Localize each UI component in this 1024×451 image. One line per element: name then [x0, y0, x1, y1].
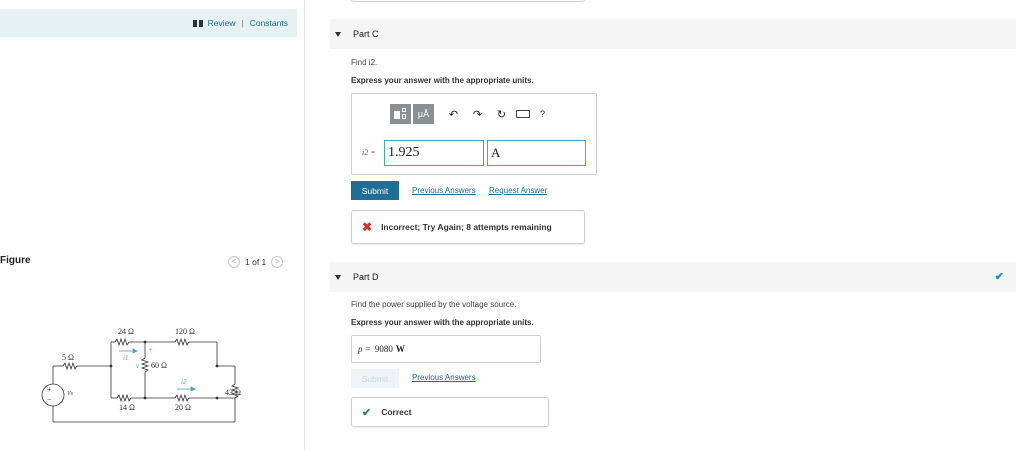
previous-answers-link[interactable]: Previous Answers: [412, 186, 476, 195]
part-d-answer-display: p = 9080 W: [351, 335, 541, 363]
units-button[interactable]: μÅ: [413, 104, 434, 124]
p-value: 9080: [374, 344, 393, 354]
template-icon: [394, 111, 400, 119]
circuit-diagram: + − Vs 5 Ω 24 Ω 120 Ω 60 Ω 14 Ω 20 Ω 43 …: [41, 327, 241, 423]
figure-panel: Review | Constants Figure < 1 of 1 > + −…: [0, 0, 305, 451]
source-minus: −: [47, 395, 52, 404]
keyboard-icon[interactable]: [516, 110, 530, 118]
part-d-previous-answers-link[interactable]: Previous Answers: [412, 373, 476, 382]
value-input[interactable]: 1.925: [384, 140, 484, 166]
templates-button[interactable]: [390, 104, 411, 124]
resistor-43-label: 43 Ω: [225, 388, 241, 397]
submit-button-disabled: Submit: [351, 369, 399, 388]
constants-link[interactable]: Constants: [250, 18, 288, 28]
current-i1-label: i1: [123, 354, 128, 362]
submit-button[interactable]: Submit: [351, 181, 399, 200]
p-variable-label: p =: [358, 344, 371, 354]
i2-variable-label: i2 =: [362, 148, 376, 157]
part-d-title: Part D: [353, 272, 379, 282]
part-c-header[interactable]: Part C: [330, 19, 1016, 49]
x-icon: ✖: [362, 220, 373, 234]
review-link[interactable]: Review: [208, 18, 236, 28]
book-icon: [192, 19, 203, 27]
figure-label: Figure: [0, 255, 31, 266]
part-d-instruction: Express your answer with the appropriate…: [351, 318, 534, 327]
part-d-header[interactable]: Part D ✔: [330, 262, 1016, 292]
header-separator: |: [241, 18, 244, 28]
resistor-5-label: 5 Ω: [62, 353, 74, 362]
completed-check-icon: ✔: [994, 271, 1004, 283]
resistor-120-label: 120 Ω: [175, 327, 195, 336]
incorrect-feedback: ✖ Incorrect; Try Again; 8 attempts remai…: [351, 210, 585, 244]
part-c-prompt: Find i2.: [351, 58, 378, 67]
part-c-instruction: Express your answer with the appropriate…: [351, 76, 534, 85]
correct-message: Correct: [381, 407, 412, 417]
help-icon[interactable]: ?: [540, 109, 545, 119]
reset-icon[interactable]: ↻: [492, 104, 511, 124]
unit-input[interactable]: A: [487, 140, 586, 166]
feedback-message: Incorrect; Try Again; 8 attempts remaini…: [381, 222, 552, 232]
p-unit: W: [395, 344, 405, 354]
resistor-14-label: 14 Ω: [119, 403, 135, 412]
resistor-60-label: 60 Ω: [151, 361, 167, 370]
source-plus: +: [47, 385, 52, 394]
figure-pager: < 1 of 1 >: [228, 256, 284, 268]
current-i2-label: i2: [181, 378, 187, 386]
collapse-triangle-icon: [335, 274, 341, 280]
answer-editor: μÅ ↶ ↷ ↻ ? i2 = 1.925 A: [351, 93, 597, 175]
math-toolbar: μÅ ↶ ↷ ↻ ?: [390, 104, 545, 124]
check-icon: ✔: [362, 406, 372, 419]
part-d-prompt: Find the power supplied by the voltage s…: [351, 300, 517, 309]
review-constants-bar: Review | Constants: [0, 9, 297, 37]
part-c-title: Part C: [353, 29, 379, 39]
request-answer-link[interactable]: Request Answer: [489, 186, 547, 195]
source-label: Vs: [67, 391, 74, 397]
resistor-20-label: 20 Ω: [175, 403, 191, 412]
redo-icon[interactable]: ↷: [468, 104, 487, 124]
undo-icon[interactable]: ↶: [444, 104, 463, 124]
voltage-plus-label: +: [148, 346, 153, 354]
figure-page-count: 1 of 1: [245, 257, 267, 267]
next-figure-button[interactable]: >: [271, 256, 284, 268]
voltage-v-label: v: [136, 362, 140, 370]
prev-figure-button[interactable]: <: [228, 256, 240, 268]
previous-part-box: [351, 0, 585, 2]
resistor-24-label: 24 Ω: [118, 327, 134, 336]
collapse-triangle-icon: [335, 31, 341, 37]
correct-feedback: ✔ Correct: [351, 397, 549, 427]
